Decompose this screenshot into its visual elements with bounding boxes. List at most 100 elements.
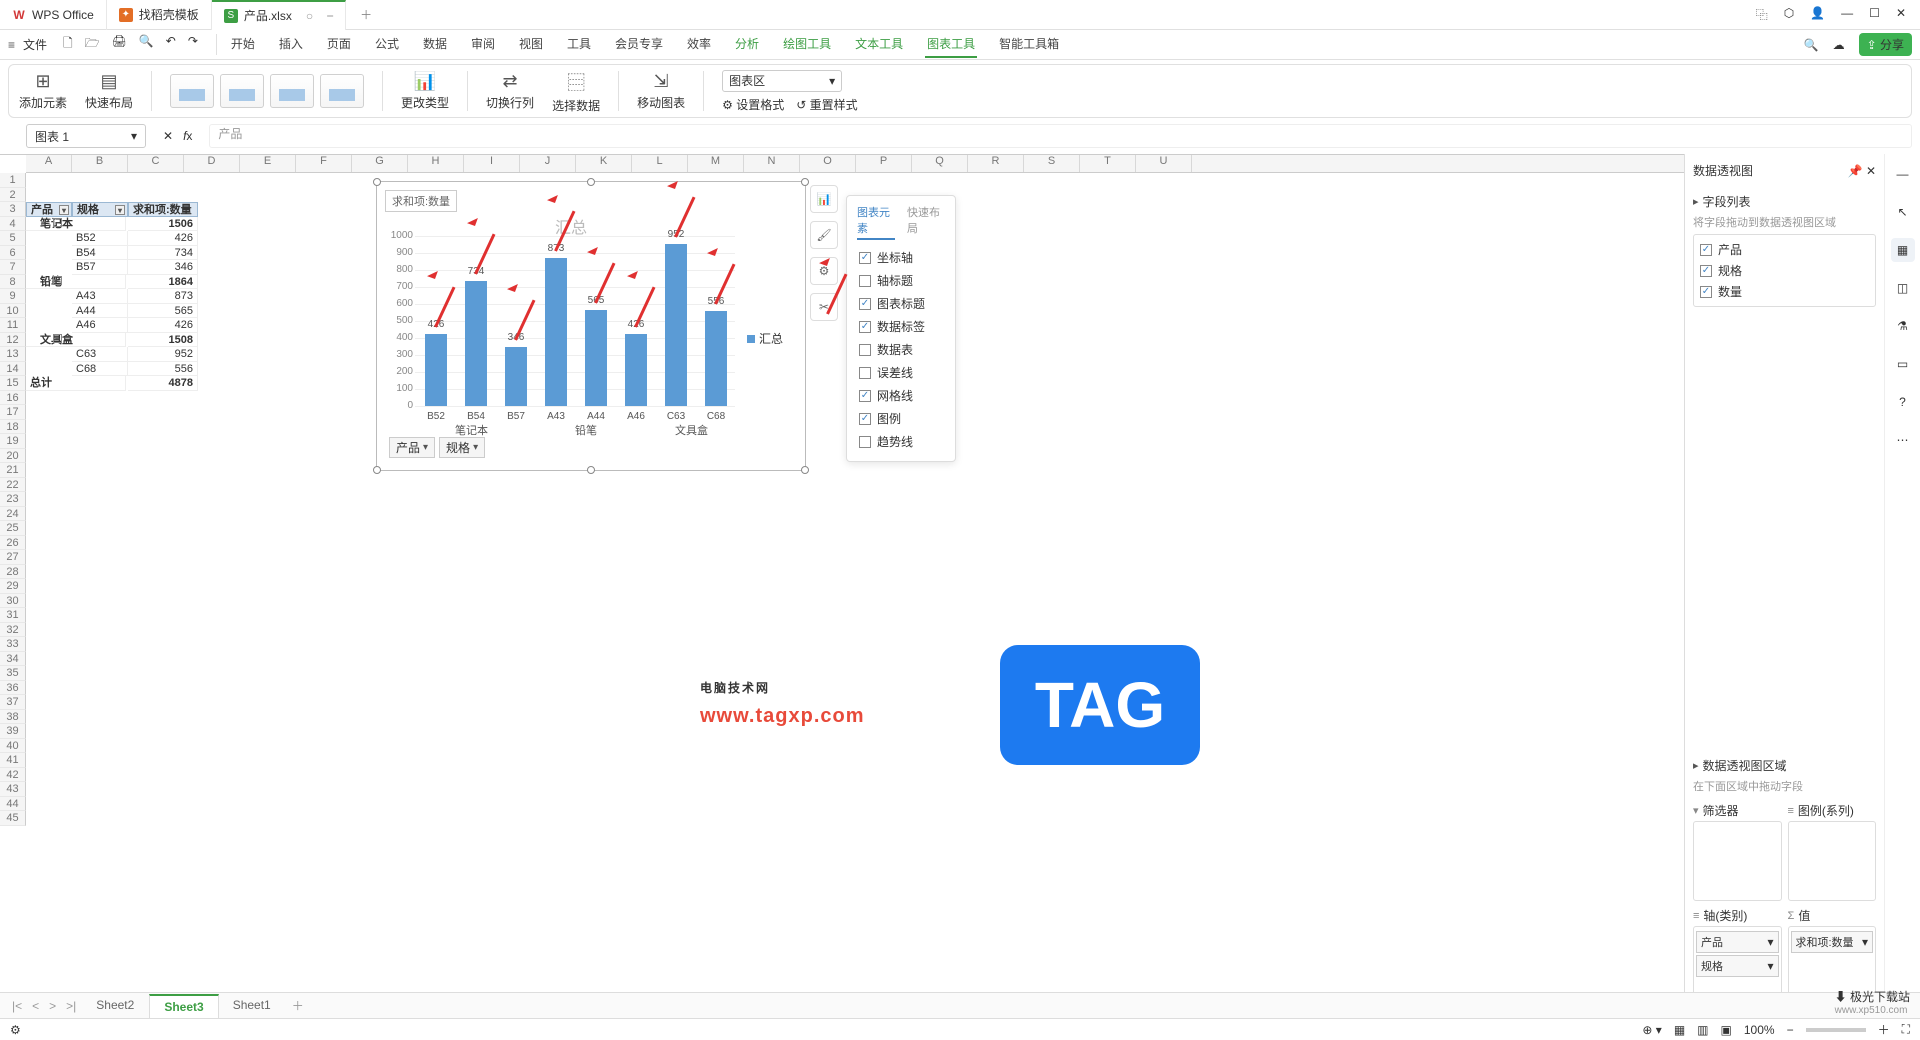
row-header[interactable]: 28 — [0, 565, 26, 580]
minimize-pane-icon[interactable]: — — [1891, 162, 1915, 186]
checkbox-icon[interactable] — [859, 436, 871, 448]
book-tool-icon[interactable]: ▭ — [1891, 352, 1915, 376]
row-header[interactable]: 18 — [0, 420, 26, 435]
tab-options-icon[interactable]: ○ — [306, 9, 313, 23]
ribbon-tab[interactable]: 分析 — [733, 31, 761, 58]
filter-dropdown-icon[interactable]: ▾ — [59, 205, 69, 215]
ribbon-tab[interactable]: 工具 — [565, 31, 593, 58]
ribbon-tab[interactable]: 开始 — [229, 31, 257, 58]
ribbon-tab[interactable]: 插入 — [277, 31, 305, 58]
maximize-button[interactable]: ☐ — [1869, 6, 1880, 23]
column-header[interactable]: U — [1136, 155, 1192, 172]
zoom-out-button[interactable]: − — [1787, 1023, 1794, 1037]
collapse-icon[interactable]: − — [53, 218, 62, 227]
row-header[interactable]: 39 — [0, 724, 26, 739]
field-list-header[interactable]: ▸ 字段列表 — [1693, 193, 1876, 210]
resize-handle[interactable] — [587, 466, 595, 474]
sheet-area[interactable]: ABCDEFGHIJKLMNOPQRSTU 123456789101112131… — [0, 154, 1684, 1014]
name-box[interactable]: 图表 1▾ — [26, 124, 146, 148]
row-header[interactable]: 9 — [0, 289, 26, 304]
file-menu[interactable]: 文件 — [23, 36, 47, 53]
view-reading-icon[interactable]: ▣ — [1721, 1023, 1732, 1037]
add-element-button[interactable]: ⊞添加元素 — [19, 71, 67, 111]
ribbon-tab[interactable]: 公式 — [373, 31, 401, 58]
column-header[interactable]: L — [632, 155, 688, 172]
row-header[interactable]: 24 — [0, 507, 26, 522]
search-icon[interactable]: 🔍 — [1804, 38, 1819, 52]
filter-dropdown-icon[interactable]: ▾ — [115, 205, 125, 215]
row-header[interactable]: 37 — [0, 695, 26, 710]
set-format-button[interactable]: ⚙ 设置格式 — [722, 96, 784, 113]
pivot-tool-icon[interactable]: ▦ — [1891, 238, 1915, 262]
layout-thumb[interactable] — [170, 74, 214, 108]
chart-style-button[interactable]: 🖌 — [810, 221, 838, 249]
row-header[interactable]: 45 — [0, 811, 26, 826]
chart-area-select[interactable]: 图表区▾ — [722, 70, 842, 92]
column-header[interactable]: C — [128, 155, 184, 172]
user-avatar-icon[interactable]: 👤 — [1810, 6, 1825, 23]
resize-handle[interactable] — [801, 466, 809, 474]
column-header[interactable]: T — [1080, 155, 1136, 172]
grid-body[interactable]: 1234567891011121314151617181920212223242… — [0, 173, 1684, 1014]
ribbon-tab[interactable]: 页面 — [325, 31, 353, 58]
row-header[interactable]: 40 — [0, 739, 26, 754]
change-type-button[interactable]: 📊更改类型 — [401, 71, 449, 111]
add-sheet-button[interactable]: ＋ — [288, 997, 308, 1014]
row-header[interactable]: 20 — [0, 449, 26, 464]
ribbon-tab[interactable]: 会员专享 — [613, 31, 665, 58]
column-header[interactable]: I — [464, 155, 520, 172]
area-chip[interactable]: 求和项:数量 ▾ — [1791, 931, 1874, 953]
row-header[interactable]: 43 — [0, 782, 26, 797]
collapse-icon[interactable]: − — [53, 334, 62, 343]
column-header[interactable]: E — [240, 155, 296, 172]
cube-icon[interactable]: ⬡ — [1784, 6, 1794, 23]
open-icon[interactable]: 🗁 — [85, 34, 100, 55]
formula-input[interactable]: 产品 — [209, 124, 1912, 148]
filter-product[interactable]: 产品 ▾ — [389, 437, 435, 458]
redo-icon[interactable]: ↷ — [188, 34, 198, 55]
layout-thumb[interactable] — [220, 74, 264, 108]
close-button[interactable]: ✕ — [1896, 6, 1906, 23]
row-header[interactable]: 30 — [0, 594, 26, 609]
field-list[interactable]: ✓产品✓规格✓数量 — [1693, 234, 1876, 307]
popup-tab-layout[interactable]: 快速布局 — [907, 204, 945, 240]
chart-element-option[interactable]: 趋势线 — [847, 430, 955, 453]
column-header[interactable]: H — [408, 155, 464, 172]
move-chart-button[interactable]: ⇲移动图表 — [637, 71, 685, 111]
more-tool-icon[interactable]: ⋯ — [1891, 428, 1915, 452]
popup-tab-elements[interactable]: 图表元素 — [857, 204, 895, 240]
chart-element-option[interactable]: ✓数据标签 — [847, 315, 955, 338]
app-tab-wps[interactable]: W WPS Office — [0, 0, 107, 30]
chart-element-option[interactable]: ✓图表标题 — [847, 292, 955, 315]
pivot-field[interactable]: ✓数量 — [1698, 281, 1871, 302]
area-chip[interactable]: 产品 ▾ — [1696, 931, 1779, 953]
column-header[interactable]: Q — [912, 155, 968, 172]
row-header[interactable]: 44 — [0, 797, 26, 812]
bar[interactable] — [465, 281, 487, 406]
hamburger-icon[interactable]: ≡ — [8, 38, 15, 52]
zoom-slider[interactable] — [1806, 1028, 1866, 1032]
pivot-field[interactable]: ✓规格 — [1698, 260, 1871, 281]
row-header[interactable]: 32 — [0, 623, 26, 638]
checkbox-icon[interactable]: ✓ — [1700, 286, 1712, 298]
new-icon[interactable]: 🗋 — [63, 34, 73, 55]
sheet-nav-last[interactable]: >| — [62, 999, 80, 1013]
filter-area[interactable] — [1693, 821, 1782, 901]
column-header[interactable]: D — [184, 155, 240, 172]
zoom-value[interactable]: 100% — [1744, 1023, 1775, 1037]
bar[interactable] — [545, 258, 567, 406]
checkbox-icon[interactable]: ✓ — [1700, 244, 1712, 256]
app-tab-document[interactable]: S 产品.xlsx ○ ⎯ — [212, 0, 346, 30]
fullscreen-icon[interactable]: ⛶ — [1902, 1022, 1910, 1037]
column-header[interactable]: S — [1024, 155, 1080, 172]
areas-header[interactable]: ▸ 数据透视图区域 — [1693, 757, 1876, 774]
row-header[interactable]: 23 — [0, 492, 26, 507]
row-header[interactable]: 3 — [0, 202, 26, 217]
row-header[interactable]: 15 — [0, 376, 26, 391]
checkbox-icon[interactable]: ✓ — [859, 321, 871, 333]
chart-element-option[interactable]: ✓图例 — [847, 407, 955, 430]
row-header[interactable]: 11 — [0, 318, 26, 333]
chart-element-option[interactable]: 数据表 — [847, 338, 955, 361]
row-header[interactable]: 21 — [0, 463, 26, 478]
row-header[interactable]: 2 — [0, 188, 26, 203]
